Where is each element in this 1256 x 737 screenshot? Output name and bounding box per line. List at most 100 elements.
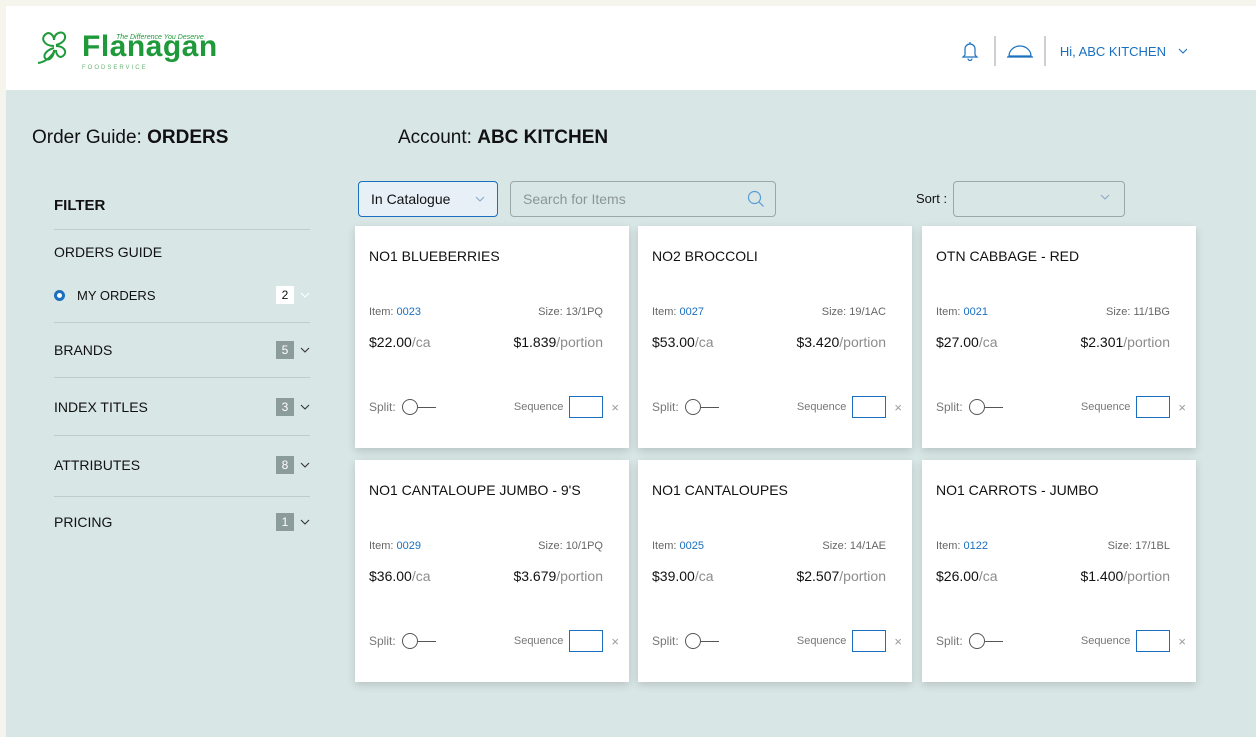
product-item-number: Item: 0029 xyxy=(369,540,421,552)
toggle-track[interactable] xyxy=(984,406,1003,408)
sequence-label: Sequence xyxy=(1080,635,1131,647)
toggle-knob[interactable] xyxy=(684,399,701,415)
brand-tagline: The Difference You Deserve xyxy=(116,34,204,41)
clear-sequence-icon[interactable]: × xyxy=(1178,634,1186,649)
sequence-input[interactable] xyxy=(852,396,887,418)
toggle-knob[interactable] xyxy=(968,399,985,415)
attributes-row[interactable]: ATTRIBUTES 8 xyxy=(54,456,310,474)
sequence-input[interactable] xyxy=(569,396,604,418)
header-actions: Hi, ABC KITCHEN xyxy=(956,36,1188,66)
case-price-value: $27.00 xyxy=(936,334,979,350)
catalogue-select[interactable]: In Catalogue xyxy=(358,181,498,217)
size-value: 11/1BG xyxy=(1133,306,1171,318)
clear-sequence-icon[interactable]: × xyxy=(894,634,902,649)
index-titles-row[interactable]: INDEX TITLES 3 xyxy=(54,398,310,416)
product-name[interactable]: NO1 CARROTS - JUMBO xyxy=(936,482,1099,498)
portion-price-value: $1.839 xyxy=(513,334,557,350)
product-card[interactable]: NO2 BROCCOLI Item: 0027 Size: 19/1AC $53.00… xyxy=(638,226,912,448)
search-icon[interactable] xyxy=(747,190,765,208)
size-label: Size: xyxy=(1105,306,1134,318)
my-orders-option[interactable]: MY ORDERS 2 xyxy=(54,286,310,304)
product-name[interactable]: OTN CABBAGE - RED xyxy=(936,248,1079,264)
product-item-number: Item: 0023 xyxy=(369,306,421,318)
item-code-link[interactable]: 0025 xyxy=(680,540,704,552)
product-card[interactable]: NO1 CANTALOUPES Item: 0025 Size: 14/1AE $39… xyxy=(638,460,912,682)
header-divider xyxy=(993,36,996,66)
sequence-input[interactable] xyxy=(852,630,887,652)
toggle-track[interactable] xyxy=(700,406,719,408)
toggle-knob[interactable] xyxy=(401,633,418,649)
sort-select[interactable] xyxy=(953,181,1125,217)
portion-price: $1.400/portion xyxy=(1080,568,1170,584)
sequence-input[interactable] xyxy=(569,630,604,652)
size-label: Size: xyxy=(538,540,566,552)
product-name[interactable]: NO1 BLUEBERRIES xyxy=(369,248,500,264)
case-price: $53.00/ca xyxy=(652,334,714,350)
user-greeting: Hi, ABC KITCHEN xyxy=(1059,43,1166,59)
toggle-track[interactable] xyxy=(417,406,436,408)
sequence-input[interactable] xyxy=(1136,630,1171,652)
split-toggle[interactable] xyxy=(968,399,1003,415)
product-name[interactable]: NO1 CANTALOUPE JUMBO - 9'S xyxy=(369,482,581,498)
split-toggle[interactable] xyxy=(684,633,719,649)
toggle-knob[interactable] xyxy=(401,399,418,415)
item-code-link[interactable]: 0021 xyxy=(964,306,988,318)
bell-icon[interactable] xyxy=(956,37,984,65)
item-code-link[interactable]: 0027 xyxy=(680,306,704,318)
pricing-row[interactable]: PRICING 1 xyxy=(54,513,310,531)
toggle-track[interactable] xyxy=(700,640,719,642)
attributes-section[interactable]: ATTRIBUTES 8 xyxy=(54,436,310,497)
split-toggle[interactable] xyxy=(684,399,719,415)
chevron-down-icon[interactable] xyxy=(300,347,310,353)
index-titles-section[interactable]: INDEX TITLES 3 xyxy=(54,378,310,436)
pricing-section[interactable]: PRICING 1 xyxy=(54,497,310,547)
brands-section[interactable]: BRANDS 5 xyxy=(54,323,310,378)
product-card[interactable]: NO1 CARROTS - JUMBO Item: 0122 Size: 17/1B… xyxy=(922,460,1196,682)
clear-sequence-icon[interactable]: × xyxy=(611,634,619,649)
split-toggle[interactable] xyxy=(401,633,436,649)
sequence-label: Sequence xyxy=(513,401,564,413)
toggle-knob[interactable] xyxy=(968,633,985,649)
split-label: Split: xyxy=(652,400,679,414)
brand-logo[interactable]: Flanagan The Difference You Deserve FOOD… xyxy=(34,26,234,71)
clear-sequence-icon[interactable]: × xyxy=(1178,400,1186,415)
user-menu[interactable]: Hi, ABC KITCHEN xyxy=(1060,44,1188,59)
product-card[interactable]: NO1 CANTALOUPE JUMBO - 9'S Item: 0029 Size… xyxy=(355,460,629,682)
product-size: Size: 19/1AC xyxy=(822,306,886,318)
brands-row[interactable]: BRANDS 5 xyxy=(54,341,310,359)
toggle-track[interactable] xyxy=(417,640,436,642)
product-card[interactable]: NO1 BLUEBERRIES Item: 0023 Size: 13/1PQ $22… xyxy=(355,226,629,448)
item-code-link[interactable]: 0122 xyxy=(964,540,988,552)
chevron-down-icon[interactable] xyxy=(300,462,310,468)
orders-guide-label[interactable]: ORDERS GUIDE xyxy=(54,244,162,260)
chevron-down-icon[interactable] xyxy=(300,519,310,525)
split-toggle[interactable] xyxy=(401,399,436,415)
product-name[interactable]: NO2 BROCCOLI xyxy=(652,248,758,264)
search-input[interactable] xyxy=(523,191,743,207)
orders-guide-section: ORDERS GUIDE MY ORDERS 2 xyxy=(54,230,310,323)
sequence-input[interactable] xyxy=(1136,396,1171,418)
order-guide-value: ORDERS xyxy=(147,127,229,148)
portion-price-value: $1.400 xyxy=(1080,568,1124,584)
chevron-down-icon[interactable] xyxy=(300,292,310,298)
sequence-control: Sequence × xyxy=(797,630,902,652)
chevron-down-icon[interactable] xyxy=(300,404,310,410)
clear-sequence-icon[interactable]: × xyxy=(611,400,619,415)
toggle-knob[interactable] xyxy=(684,633,701,649)
split-label: Split: xyxy=(652,634,679,648)
product-card[interactable]: OTN CABBAGE - RED Item: 0021 Size: 11/1BG $… xyxy=(922,226,1196,448)
item-code-link[interactable]: 0029 xyxy=(397,540,421,552)
split-label: Split: xyxy=(936,400,963,414)
clear-sequence-icon[interactable]: × xyxy=(894,400,902,415)
radio-selected-icon[interactable] xyxy=(54,289,65,301)
split-toggle[interactable] xyxy=(968,633,1003,649)
toggle-track[interactable] xyxy=(984,640,1003,642)
item-code-link[interactable]: 0023 xyxy=(397,306,421,318)
orders-guide-text: ORDERS GUIDE xyxy=(54,244,163,260)
sort-label: Sort : xyxy=(916,191,948,206)
product-name[interactable]: NO1 CANTALOUPES xyxy=(652,482,788,498)
cloche-icon[interactable] xyxy=(1006,37,1034,65)
portion-price: $1.839/portion xyxy=(513,334,603,350)
sequence-label: Sequence xyxy=(1080,401,1131,413)
search-field[interactable] xyxy=(510,181,776,217)
